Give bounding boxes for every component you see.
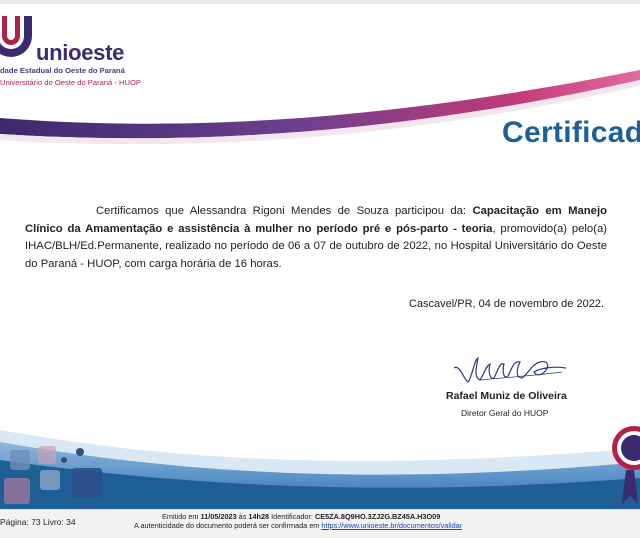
body-intro: Certificamos que Alessandra Rigoni Mende… — [96, 205, 473, 217]
page-book-info: Página: 73 Livro: 34 — [0, 517, 76, 527]
validation-link[interactable]: https://www.unioeste.br/documentos/valid… — [321, 521, 462, 530]
authenticity-notice: A autenticidade do documento poderá ser … — [134, 521, 463, 530]
emission-time: 14h28 — [248, 512, 270, 521]
certificate-body: Certificamos que Alessandra Rigoni Mende… — [25, 203, 607, 273]
emission-info: Emitido em 11/05/2023 às 14h28 Identific… — [162, 512, 441, 521]
place-date: Cascavel/PR, 04 de novembro de 2022. — [408, 298, 604, 310]
certificate-title: Certificad — [502, 116, 640, 149]
emission-date: 11/05/2023 — [200, 512, 237, 521]
seal-badge-icon — [612, 426, 640, 504]
footer-wave-decoration — [0, 430, 640, 510]
document-identifier: CE5ZA.8Q9HO.3ZJ2G.BZ45A.H3O09 — [314, 512, 441, 521]
signature-image — [453, 356, 567, 383]
